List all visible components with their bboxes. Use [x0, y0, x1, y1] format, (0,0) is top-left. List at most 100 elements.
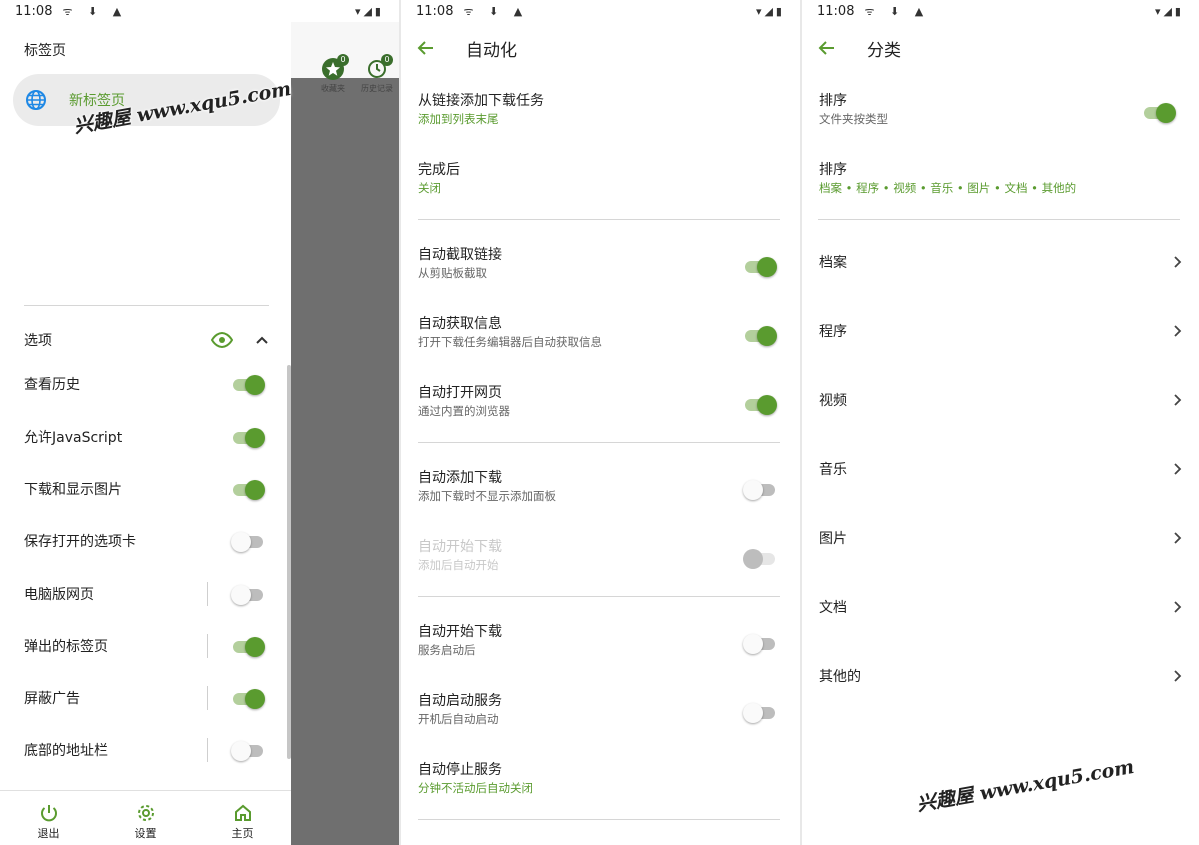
option-row[interactable]: 屏蔽广告 [24, 683, 269, 713]
options-header[interactable]: 选项 [24, 327, 269, 353]
option-row[interactable]: 查看历史 [24, 369, 269, 399]
setting-title: 自动截取链接 [418, 247, 502, 263]
category-label: 视频 [819, 393, 847, 409]
setting-toggle[interactable] [1142, 101, 1178, 123]
home-icon [234, 804, 251, 821]
star-icon: 0 [322, 54, 349, 80]
option-toggle[interactable] [231, 478, 267, 500]
page-title: 自动化 [466, 40, 517, 61]
history-button: 0 历史记录 [357, 54, 397, 94]
option-row[interactable]: 下载和显示图片 [24, 474, 269, 504]
option-toggle[interactable] [231, 530, 267, 552]
option-row[interactable]: 允许JavaScript [24, 422, 269, 452]
section-divider [818, 219, 1180, 220]
app-bar: 分类 [802, 22, 1199, 74]
setting-title: 从链接添加下载任务 [418, 93, 544, 109]
category-row[interactable]: 视频 [819, 388, 1182, 412]
setting-row[interactable]: 自动获取信息打开下载任务编辑器后自动获取信息 [418, 315, 783, 355]
setting-title: 自动添加下载 [418, 470, 502, 486]
setting-toggle[interactable] [743, 255, 779, 277]
back-arrow-icon[interactable] [817, 38, 837, 58]
sort-setting-row[interactable]: 排序 文件夹按类型 [819, 92, 1182, 132]
history-badge: 0 [381, 54, 393, 66]
switch-thumb [1156, 103, 1176, 123]
setting-row[interactable]: 自动开始下载 服务启动后 [418, 623, 783, 663]
settings-button[interactable]: 设置 [97, 791, 194, 845]
setting-row[interactable]: 自动启动服务 开机后自动启动 [418, 692, 783, 732]
switch-thumb [245, 428, 265, 448]
vertical-separator [207, 738, 208, 762]
chevron-right-icon [1174, 601, 1182, 613]
category-row[interactable]: 文档 [819, 595, 1182, 619]
eye-icon[interactable] [211, 332, 233, 348]
setting-toggle[interactable] [743, 324, 779, 346]
setting-title: 自动获取信息 [418, 316, 502, 332]
back-arrow-icon[interactable] [416, 38, 436, 58]
setting-row[interactable]: 自动打开网页 通过内置的浏览器 [418, 384, 783, 424]
option-label: 弹出的标签页 [24, 639, 108, 655]
option-label: 查看历史 [24, 377, 80, 393]
setting-row[interactable]: 自动截取链接 从剪贴板截取 [418, 246, 783, 286]
category-row[interactable]: 档案 [819, 250, 1182, 274]
power-icon [40, 805, 57, 822]
chevron-right-icon [1174, 463, 1182, 475]
setting-summary: 添加后自动开始 [418, 558, 499, 572]
bookmarks-label: 收藏夹 [321, 84, 345, 93]
option-row[interactable]: 电脑版网页 [24, 579, 269, 609]
setting-title: 完成后 [418, 162, 460, 178]
exit-button[interactable]: 退出 [0, 791, 97, 845]
setting-summary: 档案 • 程序 • 视频 • 音乐 • 图片 • 文档 • 其他的 [819, 181, 1077, 195]
category-label: 文档 [819, 600, 847, 616]
sort-setting-row[interactable]: 排序 档案 • 程序 • 视频 • 音乐 • 图片 • 文档 • 其他的 [819, 161, 1182, 201]
page-title: 分类 [867, 40, 901, 61]
switch-thumb [757, 257, 777, 277]
category-row[interactable]: 其他的 [819, 664, 1182, 688]
setting-row[interactable]: 自动停止服务 分钟不活动后自动关闭 [418, 761, 783, 801]
gear-icon [137, 805, 154, 821]
history-label: 历史记录 [361, 84, 393, 93]
switch-thumb [245, 480, 265, 500]
setting-summary: 分钟不活动后自动关闭 [418, 781, 533, 795]
setting-summary: 打开下载任务编辑器后自动获取信息 [418, 335, 602, 349]
option-toggle[interactable] [231, 426, 267, 448]
options-header-label: 选项 [24, 333, 52, 349]
chevron-right-icon [1174, 670, 1182, 682]
setting-row[interactable]: 完成后 关闭 [418, 161, 783, 201]
category-label: 图片 [819, 531, 847, 547]
category-row[interactable]: 图片 [819, 526, 1182, 550]
option-toggle[interactable] [231, 739, 267, 761]
drawer-scrim[interactable] [291, 22, 399, 845]
setting-title: 自动打开网页 [418, 385, 502, 401]
status-bar: 11:08 ᯤ ⬇ ▲ ▾◢▮ [802, 0, 1199, 22]
setting-toggle[interactable] [743, 701, 779, 723]
globe-icon [26, 90, 46, 110]
status-time: 11:08 [416, 3, 454, 19]
setting-toggle[interactable] [743, 478, 779, 500]
setting-row[interactable]: 从链接添加下载任务 添加到列表末尾 [418, 92, 783, 132]
scrollbar[interactable] [287, 365, 291, 759]
option-row[interactable]: 底部的地址栏 [24, 735, 269, 765]
option-toggle[interactable] [231, 583, 267, 605]
vertical-separator [207, 634, 208, 658]
category-label: 档案 [819, 255, 847, 271]
exit-label: 退出 [37, 827, 60, 840]
category-row[interactable]: 音乐 [819, 457, 1182, 481]
setting-toggle[interactable] [743, 632, 779, 654]
home-label: 主页 [231, 827, 254, 840]
section-divider [418, 819, 780, 820]
home-button[interactable]: 主页 [194, 791, 291, 845]
setting-title: 自动开始下载 [418, 624, 502, 640]
option-toggle[interactable] [231, 373, 267, 395]
option-row[interactable]: 弹出的标签页 [24, 631, 269, 661]
category-row[interactable]: 程序 [819, 319, 1182, 343]
chevron-up-icon[interactable] [255, 335, 269, 345]
switch-thumb [231, 741, 251, 761]
status-bar: 11:08 ᯤ ⬇ ▲ ▾◢▮ [0, 0, 399, 22]
option-row[interactable]: 保存打开的选项卡 [24, 526, 269, 556]
setting-summary: 添加到列表末尾 [418, 112, 499, 126]
watermark: 兴趣屋 www.xqu5.com [915, 755, 1136, 816]
option-toggle[interactable] [231, 635, 267, 657]
setting-row[interactable]: 自动添加下载 添加下载时不显示添加面板 [418, 469, 783, 509]
option-toggle[interactable] [231, 687, 267, 709]
setting-toggle[interactable] [743, 393, 779, 415]
